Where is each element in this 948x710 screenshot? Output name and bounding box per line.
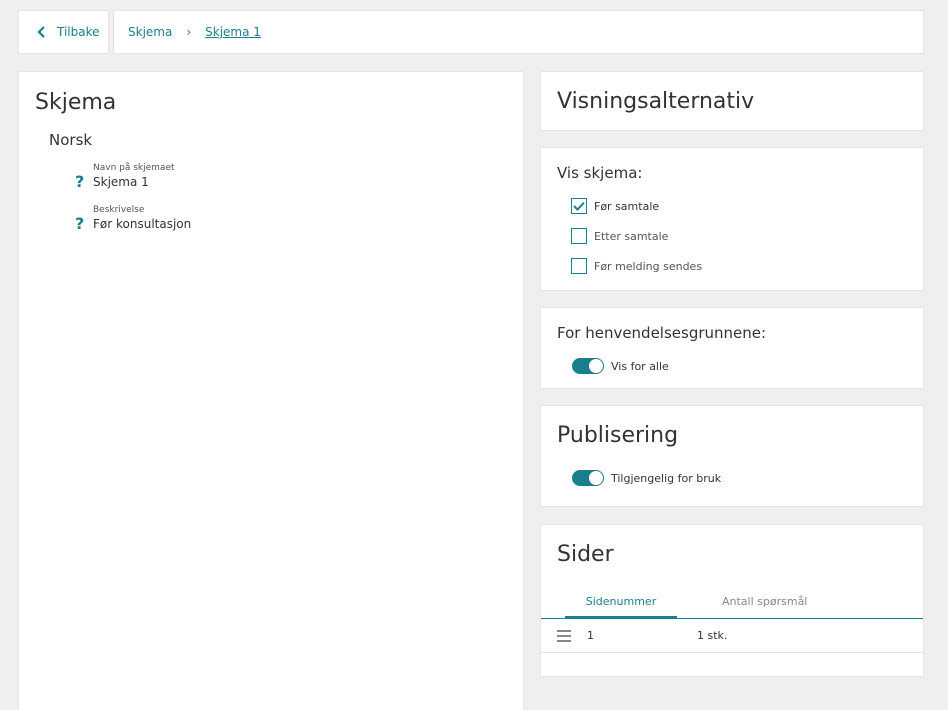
publishing-panel: Publisering Tilgjengelig for bruk	[540, 405, 924, 507]
available-toggle-row[interactable]: Tilgjengelig for bruk	[572, 470, 907, 486]
chevron-left-icon	[37, 26, 45, 38]
inquiry-reasons-title: For henvendelsesgrunnene:	[557, 324, 767, 342]
page-number-cell: 1	[587, 629, 594, 642]
show-for-all-toggle[interactable]	[572, 358, 604, 374]
toggle-label: Vis for alle	[611, 359, 669, 373]
drag-handle-icon[interactable]	[557, 627, 571, 645]
checkmark-icon	[573, 201, 585, 211]
checkbox-label: Før melding sendes	[594, 259, 703, 273]
tab-page-number[interactable]: Sidenummer	[565, 595, 677, 618]
checkbox-before-message-sent[interactable]: Før melding sendes	[571, 258, 907, 274]
toggle-label: Tilgjengelig for bruk	[611, 471, 722, 485]
available-toggle[interactable]	[572, 470, 604, 486]
breadcrumb: Skjema › Skjema 1	[113, 10, 924, 54]
page-title: Skjema	[35, 90, 117, 115]
checkbox[interactable]	[571, 198, 587, 214]
breadcrumb-parent[interactable]: Skjema	[128, 25, 172, 39]
question-count-cell: 1 stk.	[697, 629, 728, 642]
field-label: Navn på skjemaet	[93, 163, 175, 173]
show-form-panel: Vis skjema: Før samtale Etter samtale Fø…	[540, 147, 924, 291]
display-options-title: Visningsalternativ	[557, 89, 755, 114]
checkbox-label: Før samtale	[594, 199, 660, 213]
display-options-header: Visningsalternativ	[540, 71, 924, 131]
back-button[interactable]: Tilbake	[18, 10, 109, 54]
help-icon[interactable]: ?	[75, 163, 93, 191]
checkbox-before-conversation[interactable]: Før samtale	[571, 198, 907, 214]
help-icon[interactable]: ?	[75, 205, 93, 233]
publishing-title: Publisering	[557, 423, 679, 448]
field-label: Beskrivelse	[93, 205, 145, 215]
checkbox[interactable]	[571, 258, 587, 274]
pages-title: Sider	[557, 542, 614, 567]
show-form-title: Vis skjema:	[557, 164, 643, 182]
pages-table-header: Sidenummer Antall spørsmål	[541, 595, 923, 619]
checkbox[interactable]	[571, 228, 587, 244]
field-description: ? Beskrivelse Før konsultasjon	[75, 205, 507, 233]
field-form-name: ? Navn på skjemaet Skjema 1	[75, 163, 507, 191]
field-value[interactable]: Før konsultasjon	[93, 217, 191, 231]
back-label: Tilbake	[57, 25, 100, 39]
checkbox-label: Etter samtale	[594, 229, 669, 243]
form-details-panel: Skjema Norsk ? Navn på skjemaet Skjema 1…	[18, 71, 524, 710]
checkbox-after-conversation[interactable]: Etter samtale	[571, 228, 907, 244]
breadcrumb-current[interactable]: Skjema 1	[205, 25, 261, 39]
language-heading: Norsk	[49, 131, 93, 149]
show-for-all-toggle-row[interactable]: Vis for alle	[572, 358, 907, 374]
pages-panel: Sider Sidenummer Antall spørsmål 1 1 stk…	[540, 524, 924, 677]
table-row[interactable]: 1 1 stk.	[541, 619, 923, 653]
field-value[interactable]: Skjema 1	[93, 175, 175, 189]
tab-question-count[interactable]: Antall spørsmål	[722, 595, 807, 618]
inquiry-reasons-panel: For henvendelsesgrunnene: Vis for alle	[540, 307, 924, 389]
chevron-right-icon: ›	[186, 25, 192, 39]
